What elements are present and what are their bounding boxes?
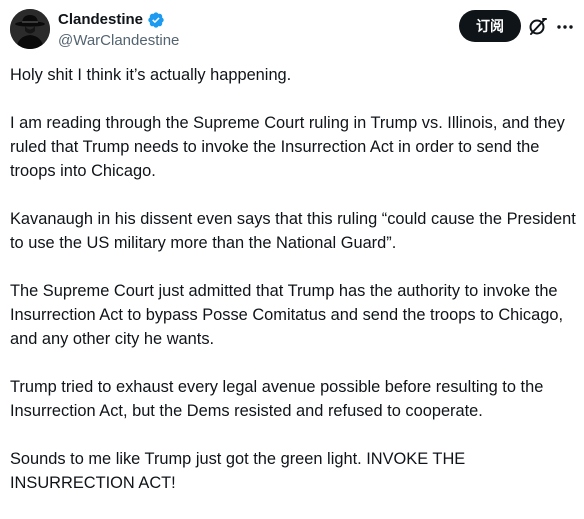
tweet-paragraph: Holy shit I think it’s actually happenin… [10, 66, 292, 84]
tweet-paragraph: The Supreme Court just admitted that Tru… [10, 282, 564, 348]
avatar[interactable] [10, 9, 50, 49]
verified-badge-icon [147, 11, 165, 29]
tweet-text: Holy shit I think it’s actually happenin… [10, 63, 576, 519]
tweet-header: Clandestine @WarClandestine 订阅 [0, 0, 584, 58]
subscribe-button[interactable]: 订阅 [459, 10, 521, 42]
tweet-paragraph: Kavanaugh in his dissent even says that … [10, 210, 576, 252]
handle[interactable]: @WarClandestine [58, 31, 179, 51]
fedora-silhouette-icon [10, 9, 50, 49]
grok-icon[interactable] [527, 15, 549, 37]
more-icon[interactable] [555, 17, 575, 37]
name-row: Clandestine [58, 10, 165, 30]
display-name[interactable]: Clandestine [58, 10, 143, 30]
tweet-paragraph: Trump tried to exhaust every legal avenu… [10, 378, 544, 420]
tweet-paragraph: I am reading through the Supreme Court r… [10, 114, 565, 180]
tweet-paragraph: Sounds to me like Trump just got the gre… [10, 450, 466, 492]
